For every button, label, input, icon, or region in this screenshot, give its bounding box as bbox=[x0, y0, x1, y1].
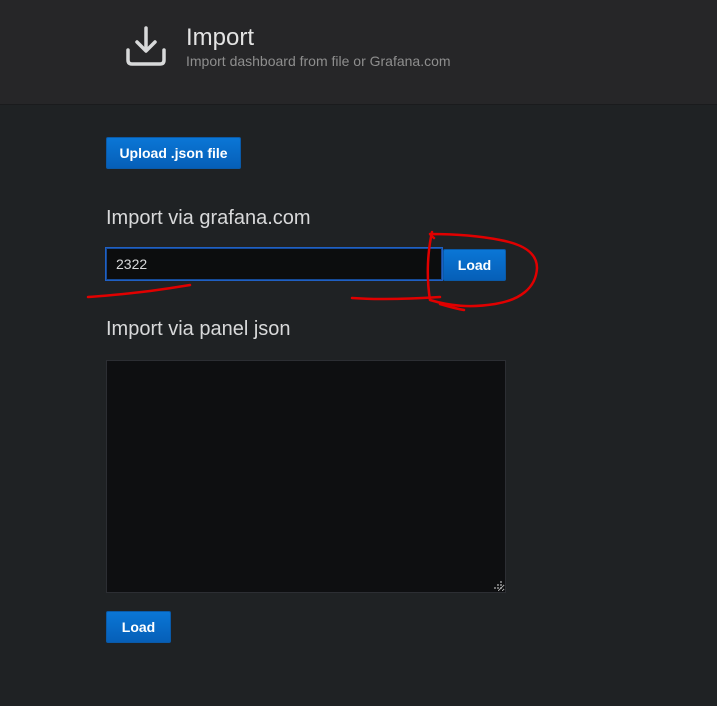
page-header: Import Import dashboard from file or Gra… bbox=[0, 0, 717, 105]
grafana-dashboard-id-input[interactable] bbox=[105, 247, 443, 281]
page-subtitle: Import dashboard from file or Grafana.co… bbox=[186, 53, 451, 69]
underline-middle-mark bbox=[350, 295, 442, 301]
upload-json-button[interactable]: Upload .json file bbox=[106, 137, 241, 169]
panel-json-heading: Import via panel json bbox=[106, 318, 291, 340]
grafana-import-heading: Import via grafana.com bbox=[106, 207, 311, 229]
panel-json-load-button[interactable]: Load bbox=[106, 611, 171, 643]
underline-left-mark bbox=[86, 283, 192, 299]
panel-json-textarea[interactable] bbox=[106, 360, 506, 593]
download-icon bbox=[126, 26, 166, 66]
page-title: Import bbox=[186, 24, 255, 51]
resize-grip-icon[interactable] bbox=[493, 580, 503, 590]
red-annotation-marks bbox=[86, 230, 539, 312]
grafana-load-button[interactable]: Load bbox=[443, 249, 506, 281]
circle-tail-mark bbox=[438, 302, 466, 312]
